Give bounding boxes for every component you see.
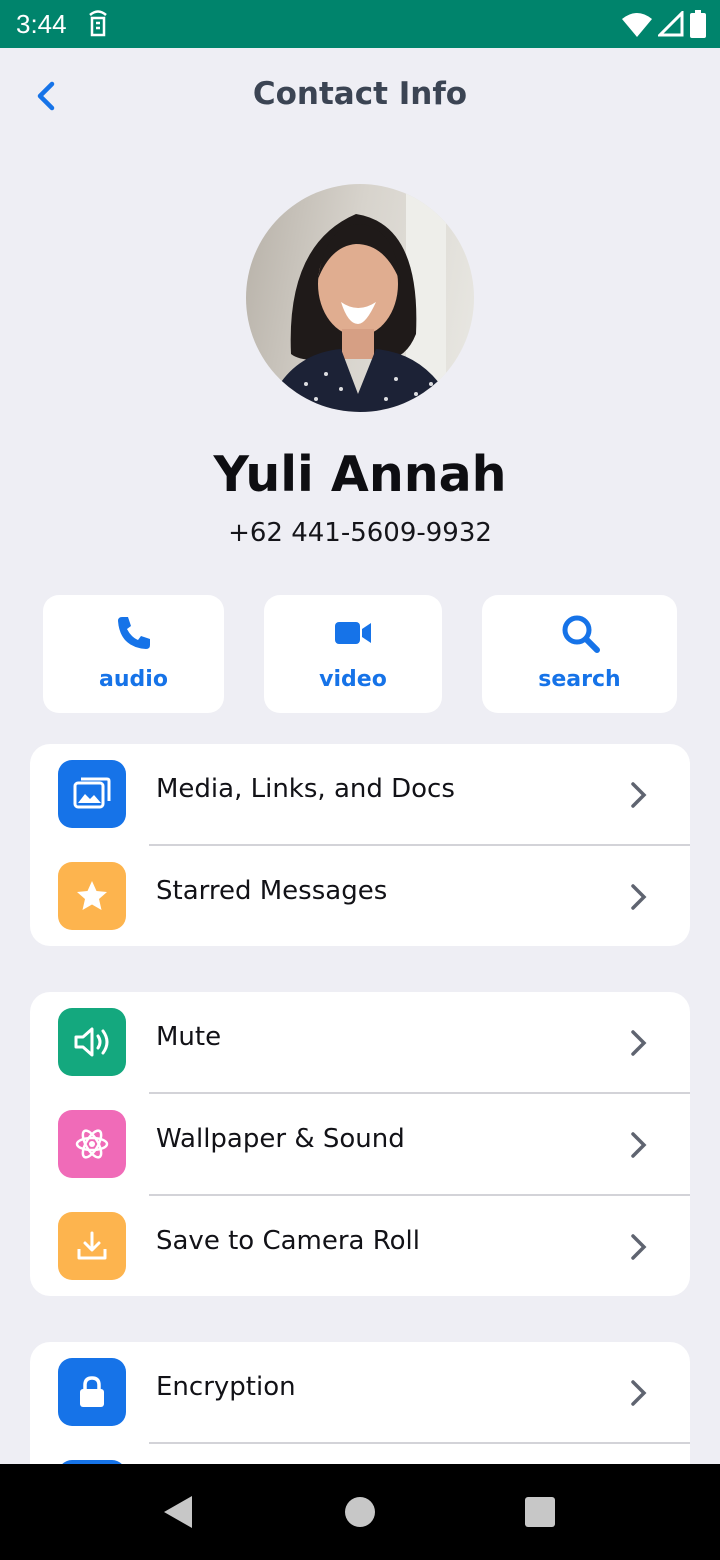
search-button[interactable]: search: [482, 595, 677, 713]
mute-row[interactable]: Mute: [30, 992, 690, 1094]
star-icon: [58, 862, 126, 930]
atom-icon: [58, 1110, 126, 1178]
system-nav-bar: [0, 1464, 720, 1560]
row-label: Wallpaper & Sound: [156, 1124, 405, 1154]
video-label: video: [319, 667, 387, 692]
download-icon: [58, 1212, 126, 1280]
chevron-right-icon: [631, 1030, 647, 1056]
audio-label: audio: [99, 667, 168, 692]
preferences-section: Mute Wallpaper & Sound Save to Camera Ro…: [30, 992, 690, 1296]
battery-icon: [690, 10, 706, 38]
row-label: Save to Camera Roll: [156, 1226, 420, 1256]
audio-call-button[interactable]: audio: [43, 595, 224, 713]
row-label: Media, Links, and Docs: [156, 774, 455, 804]
chevron-right-icon: [631, 1380, 647, 1406]
chevron-right-icon: [631, 782, 647, 808]
header: Contact Info: [0, 48, 720, 144]
sim-icon: [89, 10, 107, 37]
search-icon: [562, 615, 600, 653]
page-title: Contact Info: [252, 76, 468, 112]
status-icons: [622, 10, 706, 38]
nav-back-icon[interactable]: [162, 1494, 194, 1530]
avatar[interactable]: [246, 184, 474, 412]
row-label: Starred Messages: [156, 876, 388, 906]
chevron-right-icon: [631, 1234, 647, 1260]
video-camera-icon: [335, 622, 371, 644]
status-time: 3:44: [16, 9, 67, 39]
media-section: Media, Links, and Docs Starred Messages: [30, 744, 690, 946]
gallery-icon: [58, 760, 126, 828]
speaker-icon: [58, 1008, 126, 1076]
video-call-button[interactable]: video: [264, 595, 442, 713]
wallpaper-sound-row[interactable]: Wallpaper & Sound: [30, 1094, 690, 1196]
starred-messages-row[interactable]: Starred Messages: [30, 846, 690, 946]
lock-icon: [58, 1358, 126, 1426]
nav-home-icon[interactable]: [344, 1496, 376, 1528]
save-camera-roll-row[interactable]: Save to Camera Roll: [30, 1196, 690, 1296]
status-bar: 3:44: [0, 0, 720, 48]
nav-recents-icon[interactable]: [525, 1497, 555, 1527]
chevron-right-icon: [631, 884, 647, 910]
contact-phone: +62 441-5609-9932: [228, 518, 492, 548]
avatar-illustration: [266, 184, 456, 412]
row-label: Mute: [156, 1022, 222, 1052]
encryption-row[interactable]: Encryption: [30, 1342, 690, 1444]
cell-signal-icon: [658, 11, 684, 37]
row-label: Encryption: [156, 1372, 296, 1402]
media-links-docs-row[interactable]: Media, Links, and Docs: [30, 744, 690, 846]
contact-name: Yuli Annah: [213, 446, 507, 503]
search-label: search: [538, 667, 621, 692]
phone-icon: [117, 617, 150, 649]
chevron-right-icon: [631, 1132, 647, 1158]
wifi-icon: [622, 13, 652, 37]
